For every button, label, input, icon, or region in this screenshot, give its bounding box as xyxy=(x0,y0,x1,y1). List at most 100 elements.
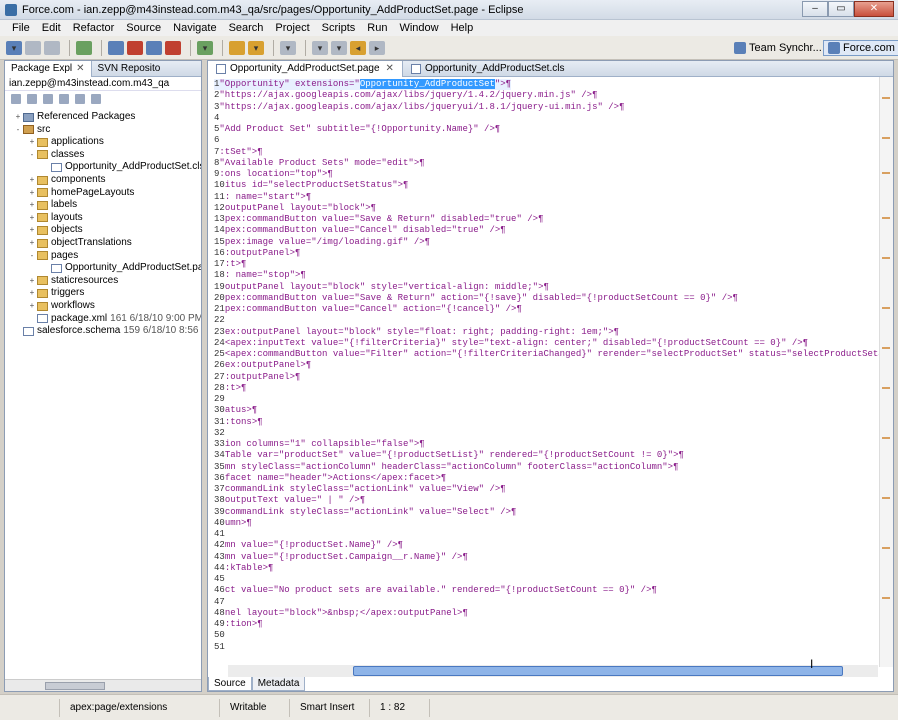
menu-window[interactable]: Window xyxy=(393,22,444,34)
open-type-icon[interactable] xyxy=(229,40,245,55)
ruler-mark[interactable] xyxy=(882,347,890,349)
code-line[interactable]: 4 xyxy=(214,113,219,124)
code-line[interactable]: 2"https://ajax.googleapis.com/ajax/libs/… xyxy=(214,90,597,101)
code-line[interactable]: 12outputPanel layout="block">¶ xyxy=(214,203,376,214)
code-line[interactable]: 41 xyxy=(214,529,225,540)
code-line[interactable]: 51 xyxy=(214,642,225,653)
tree-expander-icon[interactable]: + xyxy=(13,111,23,123)
code-line[interactable]: 8"Available Product Sets" mode="edit">¶ xyxy=(214,158,425,169)
code-line[interactable]: 31:tons>¶ xyxy=(214,417,263,428)
overview-ruler[interactable] xyxy=(879,77,893,667)
tree-expander-icon[interactable]: + xyxy=(27,237,37,249)
tab-svn-repository[interactable]: SVN Reposito xyxy=(92,61,167,77)
open-resource-icon[interactable]: ▾ xyxy=(248,40,264,55)
tab-page-file[interactable]: Opportunity_AddProductSet.page ✕ xyxy=(208,60,403,77)
code-line[interactable]: 17:t>¶ xyxy=(214,259,246,270)
tree-node[interactable]: Opportunity_AddProductSet.page xyxy=(41,262,201,274)
menu-run[interactable]: Run xyxy=(361,22,393,34)
code-line[interactable]: 27:outputPanel>¶ xyxy=(214,372,300,383)
run-icon[interactable] xyxy=(108,40,124,55)
code-line[interactable]: 21pex:commandButton value="Cancel" actio… xyxy=(214,304,522,315)
code-line[interactable]: 44:kTable>¶ xyxy=(214,563,273,574)
code-line[interactable]: 5"Add Product Set" subtitle="{!Opportuni… xyxy=(214,124,500,135)
code-line[interactable]: 6 xyxy=(214,135,219,146)
ruler-mark[interactable] xyxy=(882,97,890,99)
code-line[interactable]: 35mn styleClass="actionColumn" headerCla… xyxy=(214,462,679,473)
tree-expander-icon[interactable]: + xyxy=(27,174,37,186)
tree-expander-icon[interactable]: + xyxy=(27,136,37,148)
tab-source[interactable]: Source xyxy=(208,677,252,691)
code-line[interactable]: 36facet name="header">Actions</apex:face… xyxy=(214,473,446,484)
code-line[interactable]: 15pex:image value="/img/loading.gif" />¶ xyxy=(214,237,430,248)
back-icon[interactable]: ◂ xyxy=(350,40,366,55)
scroll-thumb[interactable] xyxy=(353,666,843,676)
code-line[interactable]: 25<apex:commandButton value="Filter" act… xyxy=(214,349,879,360)
tree-expander-icon[interactable]: - xyxy=(27,149,37,161)
ruler-mark[interactable] xyxy=(882,547,890,549)
code-line[interactable]: 50 xyxy=(214,630,225,641)
tree-node[interactable]: + components xyxy=(27,174,106,186)
code-line[interactable]: 22 xyxy=(214,315,225,326)
tree-node[interactable]: + triggers xyxy=(27,287,85,299)
code-line[interactable]: 47 xyxy=(214,597,225,608)
ruler-mark[interactable] xyxy=(882,307,890,309)
code-line[interactable]: 23ex:outputPanel layout="block" style="f… xyxy=(214,327,619,338)
code-line[interactable]: 28:t>¶ xyxy=(214,383,246,394)
tree-node[interactable]: + objectTranslations xyxy=(27,237,132,249)
next-annotation-icon[interactable]: ▾ xyxy=(312,40,328,55)
menu-edit[interactable]: Edit xyxy=(36,22,67,34)
code-line[interactable]: 42mn value="{!productSet.Name}" />¶ xyxy=(214,540,403,551)
tab-metadata[interactable]: Metadata xyxy=(251,677,306,691)
code-line[interactable]: 18: name="stop">¶ xyxy=(214,270,306,281)
code-line[interactable]: 48nel layout="block">&nbsp;</apex:output… xyxy=(214,608,468,619)
close-tab-icon[interactable]: ✕ xyxy=(76,63,84,74)
menu-help[interactable]: Help xyxy=(445,22,480,34)
tree-node[interactable]: package.xml161 6/18/10 9:00 PM m43i xyxy=(27,313,201,325)
code-line[interactable]: 9:ons location="top">¶ xyxy=(214,169,333,180)
code-line[interactable]: 49:tion>¶ xyxy=(214,619,263,630)
tree-node[interactable]: + applications xyxy=(27,136,104,148)
tree-node[interactable]: + layouts xyxy=(27,212,83,224)
code-line[interactable]: 38outputText value=" | " />¶ xyxy=(214,495,365,506)
ruler-mark[interactable] xyxy=(882,172,890,174)
tree-node[interactable]: + workflows xyxy=(27,300,95,312)
tree-expander-icon[interactable]: + xyxy=(27,300,37,312)
tree-node[interactable]: + labels xyxy=(27,199,77,211)
code-line[interactable]: 43mn value="{!productSet.Campaign__r.Nam… xyxy=(214,552,468,563)
tree-node[interactable]: Opportunity_AddProductSet.cls xyxy=(41,161,201,173)
menu-file[interactable]: File xyxy=(6,22,36,34)
search-icon[interactable]: ▾ xyxy=(280,40,296,55)
deploy-icon[interactable] xyxy=(76,40,92,55)
code-line[interactable]: 13pex:commandButton value="Save & Return… xyxy=(214,214,543,225)
save-icon[interactable] xyxy=(25,40,41,55)
code-line[interactable]: 14pex:commandButton value="Cancel" disab… xyxy=(214,225,506,236)
code-line[interactable]: 29 xyxy=(214,394,225,405)
stop-icon[interactable] xyxy=(127,40,143,55)
tree-node[interactable]: + homePageLayouts xyxy=(27,187,135,199)
code-line[interactable]: 1"Opportunity" extensions="Opportunity_A… xyxy=(214,79,512,90)
debug-icon[interactable] xyxy=(146,40,162,55)
tree-expander-icon[interactable]: - xyxy=(13,124,23,136)
code-line[interactable]: 20pex:commandButton value="Save & Return… xyxy=(214,293,738,304)
tree-expander-icon[interactable]: + xyxy=(27,287,37,299)
tree-node[interactable]: + Referenced Packages xyxy=(13,111,136,123)
back-icon[interactable] xyxy=(11,94,21,104)
ruler-mark[interactable] xyxy=(882,597,890,599)
menu-refactor[interactable]: Refactor xyxy=(67,22,121,34)
tree-expander-icon[interactable]: + xyxy=(27,224,37,236)
tree-node[interactable]: - src xyxy=(13,124,51,136)
terminate-icon[interactable] xyxy=(165,40,181,55)
close-tab-icon[interactable]: ✕ xyxy=(386,63,394,74)
code-line[interactable]: 11: name="start">¶ xyxy=(214,192,311,203)
perspective-force-com[interactable]: Force.com xyxy=(823,40,898,56)
collapse-all-icon[interactable] xyxy=(59,94,69,104)
menu-source[interactable]: Source xyxy=(120,22,167,34)
forward-icon[interactable] xyxy=(27,94,37,104)
view-menu-icon[interactable] xyxy=(91,94,101,104)
code-line[interactable]: 37commandLink styleClass="actionLink" va… xyxy=(214,484,506,495)
maximize-button[interactable]: ▭ xyxy=(828,0,854,17)
tab-cls-file[interactable]: Opportunity_AddProductSet.cls xyxy=(403,61,573,77)
tree-node[interactable]: salesforce.schema159 6/18/10 8:56 PM m43 xyxy=(13,325,201,337)
new-icon[interactable]: ▾ xyxy=(6,40,22,55)
external-tools-icon[interactable]: ▾ xyxy=(197,40,213,55)
